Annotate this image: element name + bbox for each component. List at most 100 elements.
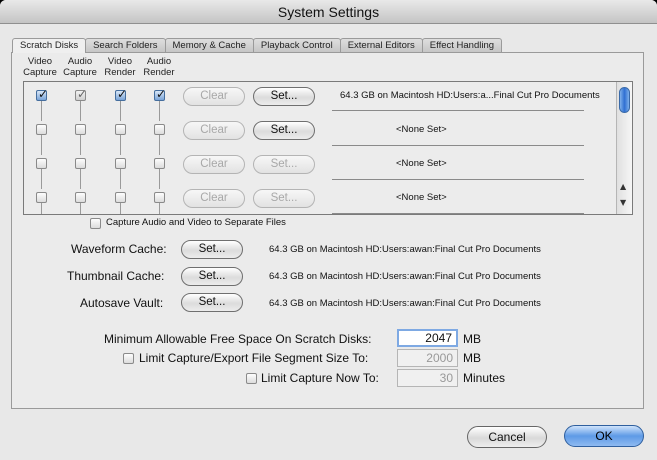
cancel-button[interactable]: Cancel	[467, 426, 547, 448]
tab-scratch-disks[interactable]: Scratch Disks	[12, 38, 87, 53]
scratch-disk-path: <None Set>	[396, 124, 447, 135]
column-header-video-capture-label: Video Capture	[23, 56, 57, 78]
row-divider-line	[332, 110, 584, 111]
audio-render-checkbox[interactable]	[154, 158, 165, 169]
tab-memory-cache[interactable]: Memory & Cache	[164, 38, 254, 52]
scratch-disk-row: Clear Set... <None Set>	[24, 154, 616, 189]
clear-button[interactable]: Clear	[183, 155, 245, 174]
autosave-vault-set-button[interactable]: Set...	[181, 293, 243, 312]
scratch-disk-row: Clear Set... <None Set>	[24, 120, 616, 155]
limit-segment-unit: MB	[463, 351, 481, 365]
scratch-disk-path: <None Set>	[396, 192, 447, 203]
min-free-space-unit: MB	[463, 332, 481, 346]
tab-external-editors[interactable]: External Editors	[339, 38, 423, 52]
row-connector-line	[159, 99, 160, 121]
limit-segment-label: Limit Capture/Export File Segment Size T…	[139, 351, 369, 365]
limit-segment-checkbox[interactable]	[123, 353, 134, 364]
row-connector-line	[120, 133, 121, 155]
row-connector-line	[159, 167, 160, 189]
waveform-cache-set-button[interactable]: Set...	[181, 240, 243, 259]
tab-playback-control[interactable]: Playback Control	[252, 38, 341, 52]
row-connector-line	[80, 201, 81, 214]
scroll-up-icon[interactable]: ▲	[620, 182, 626, 192]
limit-capture-unit: Minutes	[463, 371, 506, 385]
row-connector-line	[41, 99, 42, 121]
audio-render-checkbox[interactable]: ✓	[154, 87, 167, 101]
column-header-video-render-label: Video Render	[104, 56, 136, 78]
min-free-space-label: Minimum Allowable Free Space On Scratch …	[104, 332, 372, 346]
autosave-vault-path: 64.3 GB on Macintosh HD:Users:awan:Final…	[269, 298, 541, 309]
column-header-audio-render-label: Audio Render	[143, 56, 175, 78]
video-render-checkbox[interactable]	[115, 158, 126, 169]
audio-capture-checkbox[interactable]	[75, 158, 86, 169]
scrollbar[interactable]: ▲ ▼	[616, 82, 632, 214]
row-connector-line	[41, 167, 42, 189]
column-header-video-render: Video Render	[100, 56, 140, 78]
clear-button[interactable]: Clear	[183, 87, 245, 106]
row-connector-line	[120, 201, 121, 214]
checkmark-icon: ✓	[156, 87, 167, 101]
autosave-vault-label: Autosave Vault:	[80, 296, 164, 310]
checkmark-icon: ✓	[117, 87, 128, 101]
scratch-disk-row: Clear Set... <None Set>	[24, 188, 616, 214]
scratch-disk-path: <None Set>	[396, 158, 447, 169]
row-connector-line	[80, 99, 81, 121]
tab-search-folders[interactable]: Search Folders	[85, 38, 166, 52]
audio-render-checkbox[interactable]	[154, 124, 165, 135]
clear-button[interactable]: Clear	[183, 121, 245, 140]
row-connector-line	[120, 167, 121, 189]
set-button[interactable]: Set...	[253, 87, 315, 106]
video-render-checkbox[interactable]	[115, 124, 126, 135]
row-divider-line	[332, 213, 584, 214]
ok-button[interactable]: OK	[564, 425, 644, 447]
checkmark-icon: ✓	[77, 87, 88, 101]
tab-bar: Scratch Disks Search Folders Memory & Ca…	[12, 38, 503, 53]
video-capture-checkbox[interactable]	[36, 192, 47, 203]
thumbnail-cache-label: Thumbnail Cache:	[67, 269, 165, 283]
separate-files-label: Capture Audio and Video to Separate File…	[106, 217, 286, 228]
set-button[interactable]: Set...	[253, 121, 315, 140]
video-render-checkbox[interactable]: ✓	[115, 87, 128, 101]
scratch-disk-list: ▲ ▼ ✓ ✓ ✓ ✓ Clear Set... 64.3 GB on Macintosh …	[23, 81, 633, 215]
row-divider-line	[332, 145, 584, 146]
tab-effect-handling[interactable]: Effect Handling	[421, 38, 503, 52]
video-capture-checkbox[interactable]	[36, 158, 47, 169]
audio-capture-checkbox[interactable]: ✓	[75, 87, 88, 101]
set-button[interactable]: Set...	[253, 189, 315, 208]
video-render-checkbox[interactable]	[115, 192, 126, 203]
row-connector-line	[159, 133, 160, 155]
set-button[interactable]: Set...	[253, 155, 315, 174]
audio-capture-checkbox[interactable]	[75, 192, 86, 203]
video-capture-checkbox[interactable]: ✓	[36, 87, 49, 101]
limit-segment-input[interactable]: 2000	[397, 349, 458, 367]
clear-button[interactable]: Clear	[183, 189, 245, 208]
row-connector-line	[80, 167, 81, 189]
video-capture-checkbox[interactable]	[36, 124, 47, 135]
system-settings-window: System Settings Scratch Disks Search Fol…	[0, 0, 657, 460]
waveform-cache-label: Waveform Cache:	[71, 242, 167, 256]
scroll-down-icon[interactable]: ▼	[620, 198, 626, 208]
row-connector-line	[41, 201, 42, 214]
column-header-audio-capture: Audio Capture	[60, 56, 100, 78]
column-header-audio-render: Audio Render	[139, 56, 179, 78]
min-free-space-input[interactable]: 2047	[397, 329, 458, 347]
row-connector-line	[120, 99, 121, 121]
waveform-cache-path: 64.3 GB on Macintosh HD:Users:awan:Final…	[269, 244, 541, 255]
window-title: System Settings	[0, 0, 657, 24]
row-divider-line	[332, 179, 584, 180]
limit-capture-input[interactable]: 30	[397, 369, 458, 387]
limit-capture-checkbox[interactable]	[246, 373, 257, 384]
row-connector-line	[80, 133, 81, 155]
checkmark-icon: ✓	[38, 87, 49, 101]
column-header-video-capture: Video Capture	[20, 56, 60, 78]
thumbnail-cache-set-button[interactable]: Set...	[181, 267, 243, 286]
scratch-disk-row: ✓ ✓ ✓ ✓ Clear Set... 64.3 GB on Macintosh HD:U…	[24, 86, 616, 121]
separate-files-checkbox[interactable]	[90, 218, 101, 229]
scratch-disk-path: 64.3 GB on Macintosh HD:Users:a...Final …	[340, 90, 600, 101]
thumbnail-cache-path: 64.3 GB on Macintosh HD:Users:awan:Final…	[269, 271, 541, 282]
row-connector-line	[41, 133, 42, 155]
row-connector-line	[159, 201, 160, 214]
audio-render-checkbox[interactable]	[154, 192, 165, 203]
audio-capture-checkbox[interactable]	[75, 124, 86, 135]
scrollbar-thumb[interactable]	[619, 87, 630, 113]
